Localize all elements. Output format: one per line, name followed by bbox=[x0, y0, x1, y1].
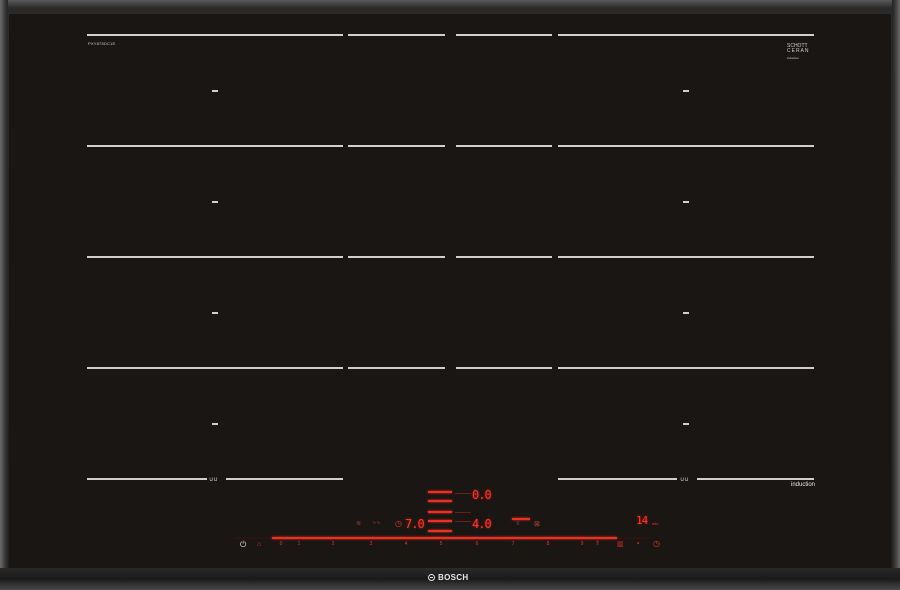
induction-label: induction bbox=[791, 482, 816, 488]
frying-sensor-icon[interactable]: ≋ bbox=[356, 520, 361, 527]
center-top-level-display: 0.0 bbox=[472, 488, 492, 502]
frame-right-edge bbox=[892, 0, 900, 590]
power-level-label[interactable]: 0 bbox=[276, 541, 286, 547]
zone-indicator-bar bbox=[512, 518, 530, 520]
zone-line bbox=[558, 478, 677, 480]
brand-name: BOSCH bbox=[438, 573, 469, 582]
childlock-icon[interactable]: ⌂ bbox=[257, 541, 261, 548]
zone-center-mark bbox=[212, 312, 218, 314]
schott-sub-text: induction bbox=[787, 56, 800, 60]
zone-line bbox=[558, 145, 814, 147]
zone-line bbox=[87, 367, 343, 369]
zone-line bbox=[87, 34, 343, 36]
zone-line bbox=[348, 367, 445, 369]
zone-indicator-bar bbox=[428, 530, 452, 532]
timer-unit: min bbox=[652, 521, 659, 526]
power-icon[interactable]: ⏻ bbox=[240, 540, 246, 550]
zone-center-mark bbox=[683, 201, 689, 203]
model-number: PXY875DC1E bbox=[88, 41, 116, 46]
zone-indicator-bar bbox=[428, 491, 452, 493]
zone-line bbox=[226, 478, 343, 480]
zone-center-mark bbox=[683, 423, 689, 425]
power-level-label[interactable]: 1 bbox=[294, 541, 304, 547]
zone-indicator-bar bbox=[428, 500, 452, 502]
power-level-label[interactable]: 3 bbox=[366, 541, 376, 547]
zone-indicator-bar bbox=[455, 493, 471, 494]
boost-icon[interactable]: ⊠ bbox=[534, 520, 540, 528]
move-function-icon[interactable]: ≡ bbox=[516, 521, 520, 527]
zone-line bbox=[697, 478, 814, 480]
zone-indicator-bar bbox=[455, 521, 471, 522]
timer-icon[interactable]: ◔ bbox=[635, 539, 640, 548]
bosch-armature-icon bbox=[428, 574, 435, 581]
zone-line bbox=[558, 367, 814, 369]
zone-indicator-bar bbox=[428, 520, 452, 522]
zone-line bbox=[87, 256, 343, 258]
zone-line bbox=[348, 256, 445, 258]
keep-warm-icon[interactable]: ∿∿ bbox=[372, 520, 380, 526]
power-slider-fill bbox=[272, 537, 617, 539]
brand-logo: BOSCH bbox=[428, 573, 468, 582]
zone-line bbox=[348, 34, 445, 36]
zone-center-mark bbox=[212, 201, 218, 203]
zone-indicator-bar bbox=[455, 512, 471, 513]
ceran-text: CERAN bbox=[787, 48, 810, 54]
zone-center-mark bbox=[683, 90, 689, 92]
zone-indicator-bar bbox=[428, 511, 452, 513]
stopwatch-icon[interactable]: ◷ bbox=[653, 539, 660, 548]
ceramic-glass-surface bbox=[9, 14, 891, 568]
zone-center-mark bbox=[212, 423, 218, 425]
power-level-label[interactable]: 5 bbox=[436, 541, 446, 547]
power-level-label[interactable]: 8 bbox=[543, 541, 553, 547]
zone-line bbox=[558, 34, 814, 36]
zone-center-mark bbox=[212, 90, 218, 92]
zone-line bbox=[456, 367, 552, 369]
stopwatch-icon[interactable]: ◷ bbox=[395, 519, 402, 528]
timer-display: 14 bbox=[636, 514, 648, 527]
left-zone-level-display: 7.0 bbox=[405, 517, 425, 531]
zone-line bbox=[558, 256, 814, 258]
frame-left-edge bbox=[0, 0, 8, 590]
zone-line bbox=[87, 478, 207, 480]
power-level-label[interactable]: 4 bbox=[401, 541, 411, 547]
zone-line bbox=[456, 145, 552, 147]
zone-line bbox=[456, 34, 552, 36]
zone-center-mark bbox=[683, 312, 689, 314]
flex-zone-icon: ∪∪ bbox=[209, 477, 218, 483]
power-level-label[interactable]: 9 bbox=[577, 541, 587, 547]
zone-line bbox=[87, 145, 343, 147]
zone-line bbox=[348, 145, 445, 147]
keep-warm-icon[interactable]: ▥ bbox=[617, 540, 624, 548]
boost-icon[interactable]: ⇑ bbox=[595, 540, 600, 547]
power-level-label[interactable]: 2 bbox=[328, 541, 338, 547]
zone-line bbox=[456, 256, 552, 258]
flex-zone-icon: ∪∪ bbox=[680, 477, 689, 483]
center-level-display: 4.0 bbox=[472, 517, 492, 531]
schott-ceran-logo: SCHOTT CERAN induction bbox=[787, 44, 817, 61]
power-level-label[interactable]: 6 bbox=[472, 541, 482, 547]
power-level-label[interactable]: 7 bbox=[508, 541, 518, 547]
